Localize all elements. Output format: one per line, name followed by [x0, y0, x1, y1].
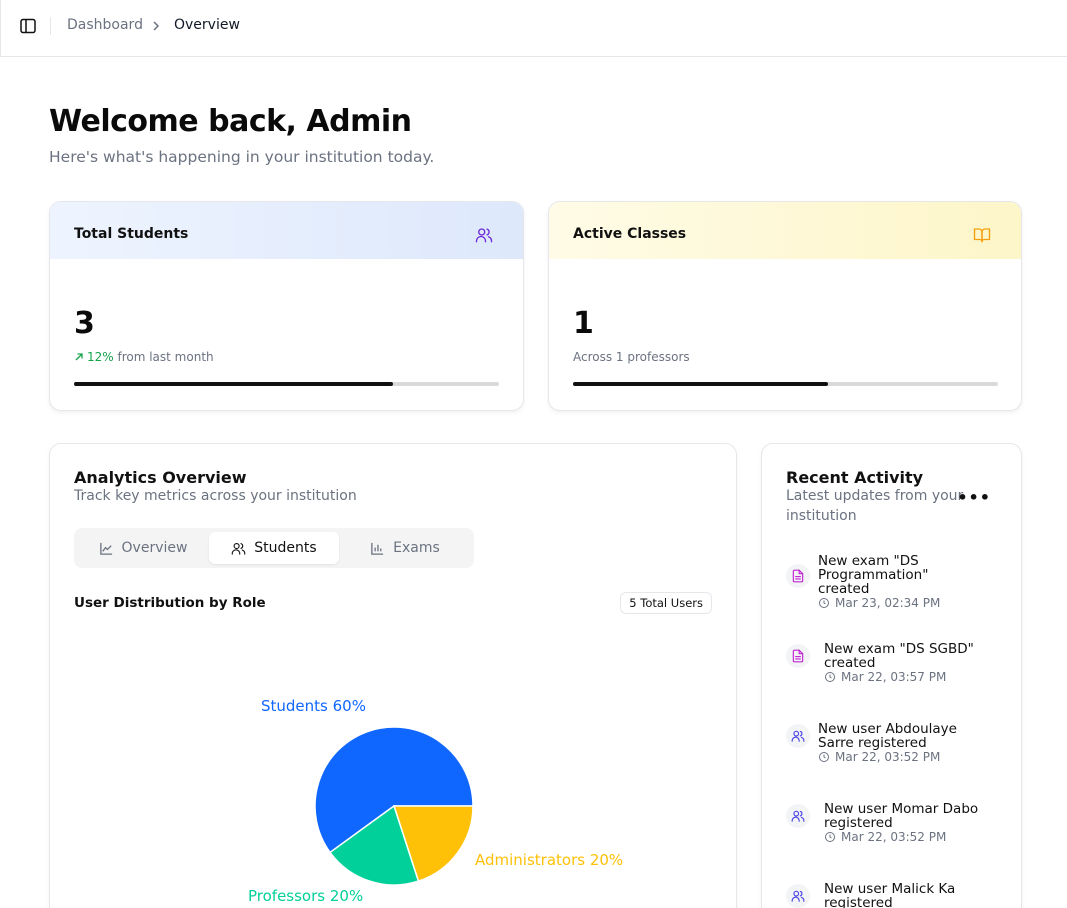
activity-time: Mar 22, 03:52 PM — [824, 830, 946, 844]
divider — [50, 17, 51, 35]
activity-subtitle: Latest updates from your institution — [786, 488, 964, 524]
activity-text: New exam "DS Programmation" created — [818, 553, 929, 597]
stat-value: 3 — [74, 306, 95, 341]
activity-text: New user Momar Dabo registered — [824, 801, 979, 831]
clock-icon — [819, 598, 829, 608]
activity-time: Mar 22, 03:57 PM — [824, 670, 946, 684]
activity-title: Recent Activity — [786, 468, 924, 487]
trend-value: 12% — [87, 350, 114, 364]
activity-time-text: Mar 22, 03:57 PM — [841, 670, 947, 684]
users-icon — [475, 228, 493, 243]
activity-time-text: Mar 23, 02:34 PM — [835, 596, 941, 610]
stat-note: 12% from last month — [74, 350, 214, 364]
stat-title: Total Students — [74, 226, 189, 242]
chevron-right-icon — [153, 21, 160, 31]
stat-card-total-students: Total Students 3 12% from last month — [49, 201, 524, 411]
breadcrumb-overview: Overview — [174, 17, 240, 33]
activity-time-text: Mar 22, 03:52 PM — [835, 750, 941, 764]
progress-fill — [573, 382, 828, 386]
recent-activity-panel: Recent Activity Latest updates from your… — [761, 443, 1022, 908]
top-bar: Dashboard Overview — [0, 0, 1067, 57]
users-icon — [786, 804, 810, 828]
book-open-icon — [973, 228, 991, 243]
page-subtitle: Here's what's happening in your institut… — [49, 148, 435, 166]
progress-fill — [74, 382, 393, 386]
more-options-icon[interactable]: ••• — [957, 488, 991, 507]
stat-note: Across 1 professors — [573, 350, 690, 364]
activity-text: New user Abdoulaye Sarre registered — [818, 721, 957, 751]
breadcrumb-dashboard[interactable]: Dashboard — [67, 17, 143, 33]
users-icon — [786, 724, 810, 748]
analytics-panel: Analytics Overview Track key metrics acr… — [49, 443, 737, 908]
sidebar-toggle-icon[interactable] — [19, 17, 37, 35]
stat-card-header: Active Classes — [549, 202, 1021, 259]
progress-bar — [74, 382, 499, 386]
users-icon — [786, 884, 810, 908]
trend-up-icon — [75, 353, 83, 361]
clock-icon — [825, 832, 835, 842]
activity-text: New user Malick Ka registered — [824, 881, 956, 908]
stat-title: Active Classes — [573, 226, 687, 242]
file-text-icon — [786, 564, 810, 588]
pie-label-students: Students 60% — [261, 697, 366, 715]
pie-chart: Students 60% Administrators 20% Professors… — [248, 697, 623, 905]
stat-card-header: Total Students — [50, 202, 523, 259]
activity-text: New exam "DS SGBD" created — [824, 641, 974, 671]
progress-bar — [573, 382, 998, 386]
activity-time: Mar 23, 02:34 PM — [818, 596, 940, 610]
stat-card-active-classes: Active Classes 1 Across 1 professors — [548, 201, 1022, 411]
clock-icon — [825, 672, 835, 682]
file-text-icon — [786, 644, 810, 668]
clock-icon — [819, 752, 829, 762]
trend-label: from last month — [113, 350, 214, 364]
page-title: Welcome back, Admin — [49, 104, 412, 139]
pie-label-administrators: Administrators 20% — [475, 851, 623, 869]
pie-label-professors: Professors 20% — [248, 887, 363, 905]
activity-time-text: Mar 22, 03:52 PM — [841, 830, 947, 844]
activity-time: Mar 22, 03:52 PM — [818, 750, 940, 764]
stat-value: 1 — [573, 306, 594, 341]
